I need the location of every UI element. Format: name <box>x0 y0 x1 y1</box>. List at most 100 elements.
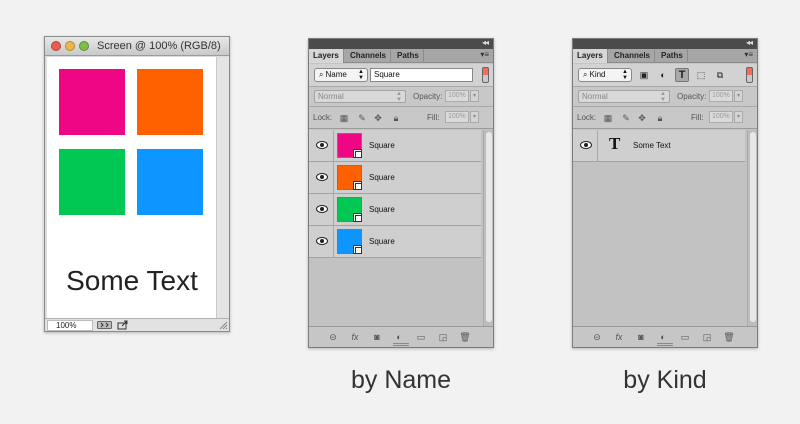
layer-row[interactable]: Square <box>309 194 481 226</box>
minimize-window-button[interactable] <box>65 41 75 51</box>
opacity-dropdown-icon[interactable]: ▾ <box>470 90 479 102</box>
blue-square[interactable] <box>137 149 203 215</box>
lock-all-icon[interactable]: 🔒︎ <box>655 113 665 123</box>
lock-transparency-icon[interactable]: ▦ <box>339 113 349 123</box>
layer-name[interactable]: Square <box>369 141 395 150</box>
layer-style-fx-icon[interactable]: fx <box>613 331 625 343</box>
tab-paths[interactable]: Paths <box>393 49 424 63</box>
visibility-eye-icon[interactable] <box>316 172 328 182</box>
adjustment-layer-icon[interactable]: ◐ <box>657 331 669 343</box>
tab-channels[interactable]: Channels <box>346 49 392 63</box>
filter-toggle-switch[interactable] <box>482 67 489 83</box>
pixel-filter-icon[interactable]: ▣ <box>637 68 651 82</box>
text-layer-icon: T <box>609 134 621 153</box>
visibility-eye-icon[interactable] <box>316 204 328 214</box>
orange-square[interactable] <box>137 69 203 135</box>
layer-thumbnail <box>337 197 362 222</box>
lock-brush-icon[interactable]: ✎ <box>357 113 367 123</box>
fill-field[interactable]: 100% <box>709 111 733 123</box>
tab-layers[interactable]: Layers <box>309 49 344 63</box>
lock-all-icon[interactable]: 🔒︎ <box>391 113 401 123</box>
opacity-field[interactable]: 100% <box>709 90 733 102</box>
tab-layers[interactable]: Layers <box>573 49 608 63</box>
close-window-button[interactable] <box>51 41 61 51</box>
trash-icon[interactable]: 🗑︎ <box>459 331 471 343</box>
visibility-eye-icon[interactable] <box>316 236 328 246</box>
new-layer-icon[interactable]: ◲ <box>437 331 449 343</box>
opacity-field[interactable]: 100% <box>445 90 469 102</box>
layers-panel-by-name: ◂◂ Layers Channels Paths ▾≡ ⌕ Name ▲ ▼ Squ… <box>308 38 494 348</box>
panel-header-bar[interactable]: ◂◂ <box>573 39 757 49</box>
document-title: Screen @ 100% (RGB/8) <box>97 40 221 52</box>
visibility-eye-icon[interactable] <box>580 140 592 150</box>
blend-mode-select[interactable]: Normal ▲ ▼ <box>578 90 670 103</box>
lock-brush-icon[interactable]: ✎ <box>621 113 631 123</box>
document-vertical-scrollbar[interactable] <box>216 57 229 318</box>
document-info-icon[interactable] <box>97 320 113 330</box>
panel-header-bar[interactable]: ◂◂ <box>309 39 493 49</box>
pink-square[interactable] <box>59 69 125 135</box>
scrollbar-thumb[interactable] <box>750 132 756 322</box>
opacity-dropdown-icon[interactable]: ▾ <box>734 90 743 102</box>
visibility-eye-icon[interactable] <box>316 140 328 150</box>
link-layers-icon[interactable]: ⊝ <box>327 331 339 343</box>
layer-thumbnail <box>337 229 362 254</box>
filter-row: ⌕ Kind ▲ ▼ ▣ ◐ T ⬚ ⧉ <box>573 64 757 87</box>
fill-dropdown-icon[interactable]: ▾ <box>470 111 479 123</box>
collapse-panel-icon[interactable]: ◂◂ <box>746 39 753 47</box>
layer-name[interactable]: Square <box>369 173 395 182</box>
new-group-folder-icon[interactable]: ▭ <box>415 331 427 343</box>
blend-mode-select[interactable]: Normal ▲ ▼ <box>314 90 406 103</box>
link-layers-icon[interactable]: ⊝ <box>591 331 603 343</box>
lock-position-icon[interactable]: ✥ <box>637 113 647 123</box>
zoom-window-button[interactable] <box>79 41 89 51</box>
layer-row[interactable]: Square <box>309 130 481 162</box>
panel-menu-icon[interactable]: ▾≡ <box>480 50 489 59</box>
layer-row[interactable]: T Some Text <box>573 130 745 162</box>
chevron-updown-icon: ▲ ▼ <box>358 69 364 81</box>
layer-name[interactable]: Square <box>369 205 395 214</box>
green-square[interactable] <box>59 149 125 215</box>
panel-resize-grip[interactable] <box>393 343 409 346</box>
resize-grip-icon[interactable] <box>218 320 228 330</box>
shape-filter-icon[interactable]: ⬚ <box>694 68 708 82</box>
add-mask-icon[interactable]: ◙ <box>371 331 383 343</box>
zoom-level-field[interactable]: 100% <box>47 320 93 331</box>
adjustment-filter-icon[interactable]: ◐ <box>656 68 670 82</box>
filter-row: ⌕ Name ▲ ▼ Square <box>309 64 493 87</box>
adjustment-layer-icon[interactable]: ◐ <box>393 331 405 343</box>
layer-list-scrollbar[interactable] <box>483 130 493 328</box>
lock-transparency-icon[interactable]: ▦ <box>603 113 613 123</box>
tab-paths[interactable]: Paths <box>657 49 688 63</box>
new-group-folder-icon[interactable]: ▭ <box>679 331 691 343</box>
fill-dropdown-icon[interactable]: ▾ <box>734 111 743 123</box>
type-filter-icon[interactable]: T <box>675 68 689 82</box>
add-mask-icon[interactable]: ◙ <box>635 331 647 343</box>
panel-resize-grip[interactable] <box>657 343 673 346</box>
blend-mode-label: Normal <box>318 92 344 101</box>
trash-icon[interactable]: 🗑︎ <box>723 331 735 343</box>
filter-type-select[interactable]: ⌕ Name ▲ ▼ <box>314 68 368 82</box>
layer-name[interactable]: Square <box>369 237 395 246</box>
share-icon[interactable] <box>117 320 129 330</box>
filter-toggle-switch[interactable] <box>746 67 753 83</box>
layer-style-fx-icon[interactable]: fx <box>349 331 361 343</box>
lock-position-icon[interactable]: ✥ <box>373 113 383 123</box>
document-title-bar[interactable]: Screen @ 100% (RGB/8) <box>45 37 229 56</box>
tab-channels[interactable]: Channels <box>610 49 656 63</box>
layer-row[interactable]: Square <box>309 162 481 194</box>
canvas-text-layer[interactable]: Some Text <box>47 265 217 297</box>
layer-list-scrollbar[interactable] <box>747 130 757 328</box>
fill-field[interactable]: 100% <box>445 111 469 123</box>
panel-menu-icon[interactable]: ▾≡ <box>744 50 753 59</box>
new-layer-icon[interactable]: ◲ <box>701 331 713 343</box>
collapse-panel-icon[interactable]: ◂◂ <box>482 39 489 47</box>
smart-object-filter-icon[interactable]: ⧉ <box>713 68 727 82</box>
layer-row[interactable]: Square <box>309 226 481 258</box>
document-canvas[interactable]: Some Text <box>47 57 217 318</box>
filter-type-select[interactable]: ⌕ Kind ▲ ▼ <box>578 68 632 82</box>
scrollbar-thumb[interactable] <box>486 132 492 322</box>
opacity-label: Opacity: <box>677 92 707 101</box>
layer-name[interactable]: Some Text <box>633 141 671 150</box>
filter-name-input[interactable]: Square <box>370 68 473 82</box>
